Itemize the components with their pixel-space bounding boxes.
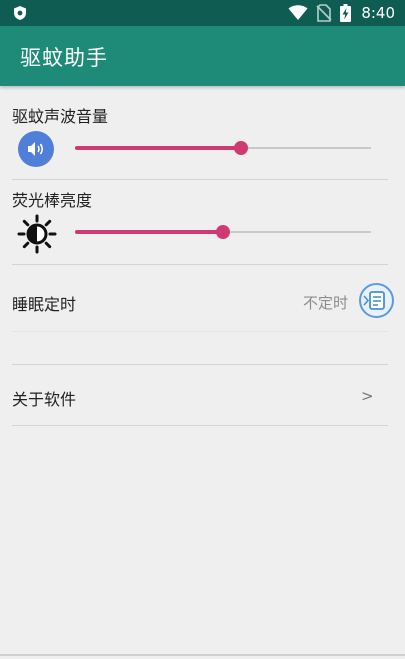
divider — [12, 331, 388, 332]
status-icons: 8:40 — [288, 0, 395, 26]
volume-slider-fill — [75, 146, 241, 150]
divider — [12, 264, 388, 265]
status-bar: 8:40 — [0, 0, 405, 26]
timer-list-icon[interactable] — [358, 282, 395, 319]
brightness-slider[interactable] — [75, 222, 371, 242]
brightness-slider-thumb[interactable] — [216, 225, 230, 239]
sleep-timer-value[interactable]: 不定时 — [303, 292, 348, 313]
shield-icon — [14, 6, 26, 20]
about-arrow-icon[interactable]: > — [361, 387, 374, 405]
divider — [12, 179, 388, 180]
speaker-icon[interactable] — [18, 131, 54, 167]
app-title: 驱蚊助手 — [20, 46, 108, 70]
brightness-slider-fill — [75, 230, 223, 234]
status-time: 8:40 — [361, 4, 395, 22]
volume-slider[interactable] — [75, 138, 371, 158]
sun-icon[interactable] — [17, 214, 57, 254]
divider — [12, 425, 388, 426]
bottom-edge — [0, 654, 405, 656]
no-sim-icon — [316, 4, 332, 22]
app-bar: 驱蚊助手 — [0, 26, 405, 86]
brightness-label: 荧光棒亮度 — [12, 191, 93, 210]
volume-label: 驱蚊声波音量 — [12, 107, 109, 126]
wifi-icon — [288, 5, 308, 20]
sleep-timer-label: 睡眠定时 — [12, 295, 77, 314]
divider — [12, 364, 388, 365]
about-label[interactable]: 关于软件 — [12, 386, 76, 410]
battery-charging-icon — [340, 4, 352, 22]
volume-slider-thumb[interactable] — [233, 141, 248, 155]
